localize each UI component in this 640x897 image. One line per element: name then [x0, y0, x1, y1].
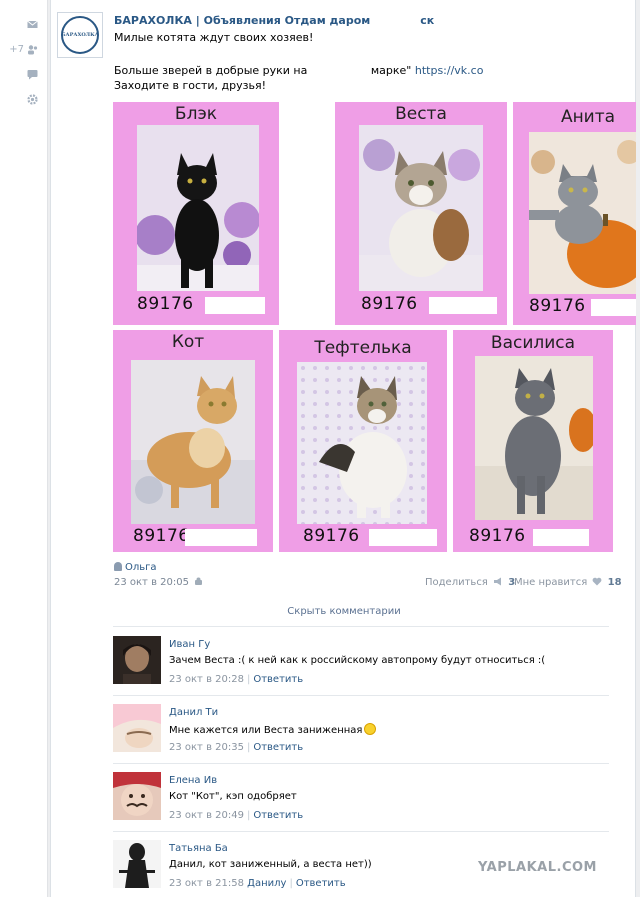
- photo-card-teftelka[interactable]: Тефтелька 89176: [279, 330, 447, 552]
- phone-number: 89176: [469, 526, 526, 546]
- comment-date[interactable]: 23 окт в 20:28: [169, 674, 244, 685]
- phone-number: 89176: [137, 294, 194, 314]
- site-watermark: YAPLAKAL.COM: [478, 860, 597, 875]
- redaction-box: [429, 297, 497, 314]
- redaction-box: [205, 297, 265, 314]
- cat-name: Анита: [560, 107, 616, 127]
- comment-date[interactable]: 23 окт в 20:49: [169, 810, 244, 821]
- megaphone-icon: [494, 577, 502, 586]
- post-link[interactable]: https://vk.co: [415, 64, 484, 77]
- comment-meta: 23 окт в 21:58 Данилу | Ответить: [169, 878, 346, 889]
- phone-number: 89176: [361, 294, 418, 314]
- comment-divider: [113, 695, 609, 696]
- comment-text: Кот "Кот", кэп одобряет: [169, 791, 297, 802]
- reply-link[interactable]: Ответить: [253, 742, 303, 753]
- friends-count-badge[interactable]: +7: [4, 44, 24, 60]
- cat-name: Тефтелька: [314, 338, 412, 358]
- person-icon: [114, 562, 122, 571]
- cat-photo: [475, 356, 593, 520]
- redaction-box: [185, 529, 257, 546]
- photo-card-kot[interactable]: Кот 89176: [113, 330, 273, 552]
- photo-card-vesta[interactable]: Веста 89176: [335, 102, 507, 325]
- cat-photo: [131, 360, 255, 524]
- post-text-line-2: Больше зверей в добрые руки на марке" ht…: [114, 64, 484, 77]
- reply-link[interactable]: Ответить: [253, 810, 303, 821]
- comment-text: Данил, кот заниженный, а веста нет)): [169, 859, 372, 870]
- cat-photo: [137, 125, 259, 291]
- comment-author[interactable]: Елена Ив: [169, 775, 217, 786]
- phone-number: 89176: [529, 296, 586, 316]
- heart-icon: [593, 577, 602, 586]
- laughing-emoji-icon: [364, 723, 377, 735]
- cat-photo: [529, 132, 640, 294]
- comment-divider: [113, 831, 609, 832]
- post-text-line-3: Заходите в гости, друзья!: [114, 79, 267, 92]
- photo-card-vasilisa[interactable]: Василиса 89176: [453, 330, 613, 552]
- comment-date[interactable]: 23 окт в 21:58: [169, 878, 244, 889]
- mail-icon[interactable]: [27, 19, 38, 30]
- share-button[interactable]: Поделиться 3: [425, 577, 515, 588]
- group-logo: БАРАХОЛКА: [61, 16, 99, 54]
- phone-number: 89176: [133, 526, 190, 546]
- comment-divider: [113, 763, 609, 764]
- comment-date[interactable]: 23 окт в 20:35: [169, 742, 244, 753]
- comment-author[interactable]: Данил Ти: [169, 707, 218, 718]
- hide-comments-link[interactable]: Скрыть комментарии: [51, 606, 637, 617]
- friends-icon[interactable]: [27, 44, 38, 55]
- left-menu: +7: [0, 0, 48, 897]
- android-icon: [195, 577, 203, 585]
- redaction-box: [369, 529, 437, 546]
- photo-card-anita[interactable]: Анита 89176: [513, 102, 640, 325]
- photo-grid: Блэк 89176 Веста 89176 Анита 89176 Кот 8…: [113, 102, 640, 552]
- cat-photo: [297, 362, 427, 524]
- post-text-line-1: Милые котята ждут своих хозяев!: [114, 31, 314, 44]
- comment-text: Зачем Веста :( к ней как к российскому а…: [169, 655, 546, 666]
- wall-post: БАРАХОЛКА БАРАХОЛКА | Объявления Отдам д…: [50, 0, 640, 897]
- reply-link[interactable]: Ответить: [296, 878, 346, 889]
- cat-name: Веста: [395, 104, 447, 124]
- comment-avatar[interactable]: [113, 636, 161, 684]
- post-author[interactable]: Ольга: [114, 562, 157, 573]
- reply-to-link[interactable]: Данилу: [247, 878, 286, 889]
- comment-avatar[interactable]: [113, 772, 161, 820]
- phone-number: 89176: [303, 526, 360, 546]
- comment-avatar[interactable]: [113, 704, 161, 752]
- comment-author[interactable]: Татьяна Ба: [169, 843, 228, 854]
- comment-meta: 23 окт в 20:35 | Ответить: [169, 742, 304, 753]
- cat-name: Блэк: [174, 104, 218, 124]
- redaction-box: [591, 299, 640, 316]
- comment-avatar[interactable]: [113, 840, 161, 888]
- group-name-link[interactable]: БАРАХОЛКА | Объявления Отдам даром ск: [114, 14, 434, 27]
- reply-link[interactable]: Ответить: [253, 674, 303, 685]
- settings-icon[interactable]: [27, 94, 38, 105]
- comment-meta: 23 окт в 20:28 | Ответить: [169, 674, 304, 685]
- page-frame: +7 БАРАХОЛКА БАРАХОЛКА | Объявления Отда…: [0, 0, 640, 897]
- comment-author[interactable]: Иван Гу: [169, 639, 210, 650]
- post-date[interactable]: 23 окт в 20:05: [114, 577, 203, 588]
- redaction-box: [533, 529, 589, 546]
- photo-card-black[interactable]: Блэк 89176: [113, 102, 279, 325]
- messages-icon[interactable]: [27, 69, 38, 80]
- group-avatar[interactable]: БАРАХОЛКА: [57, 12, 103, 58]
- like-button[interactable]: Мне нравится 18: [514, 577, 622, 588]
- cat-name: Кот: [171, 332, 205, 352]
- scrollbar[interactable]: [636, 0, 640, 897]
- cat-photo: [359, 125, 483, 291]
- comment-text: Мне кажется или Веста заниженная: [169, 723, 377, 736]
- cat-name: Василиса: [490, 333, 576, 353]
- comment-meta: 23 окт в 20:49 | Ответить: [169, 810, 304, 821]
- comments-divider: [113, 626, 609, 627]
